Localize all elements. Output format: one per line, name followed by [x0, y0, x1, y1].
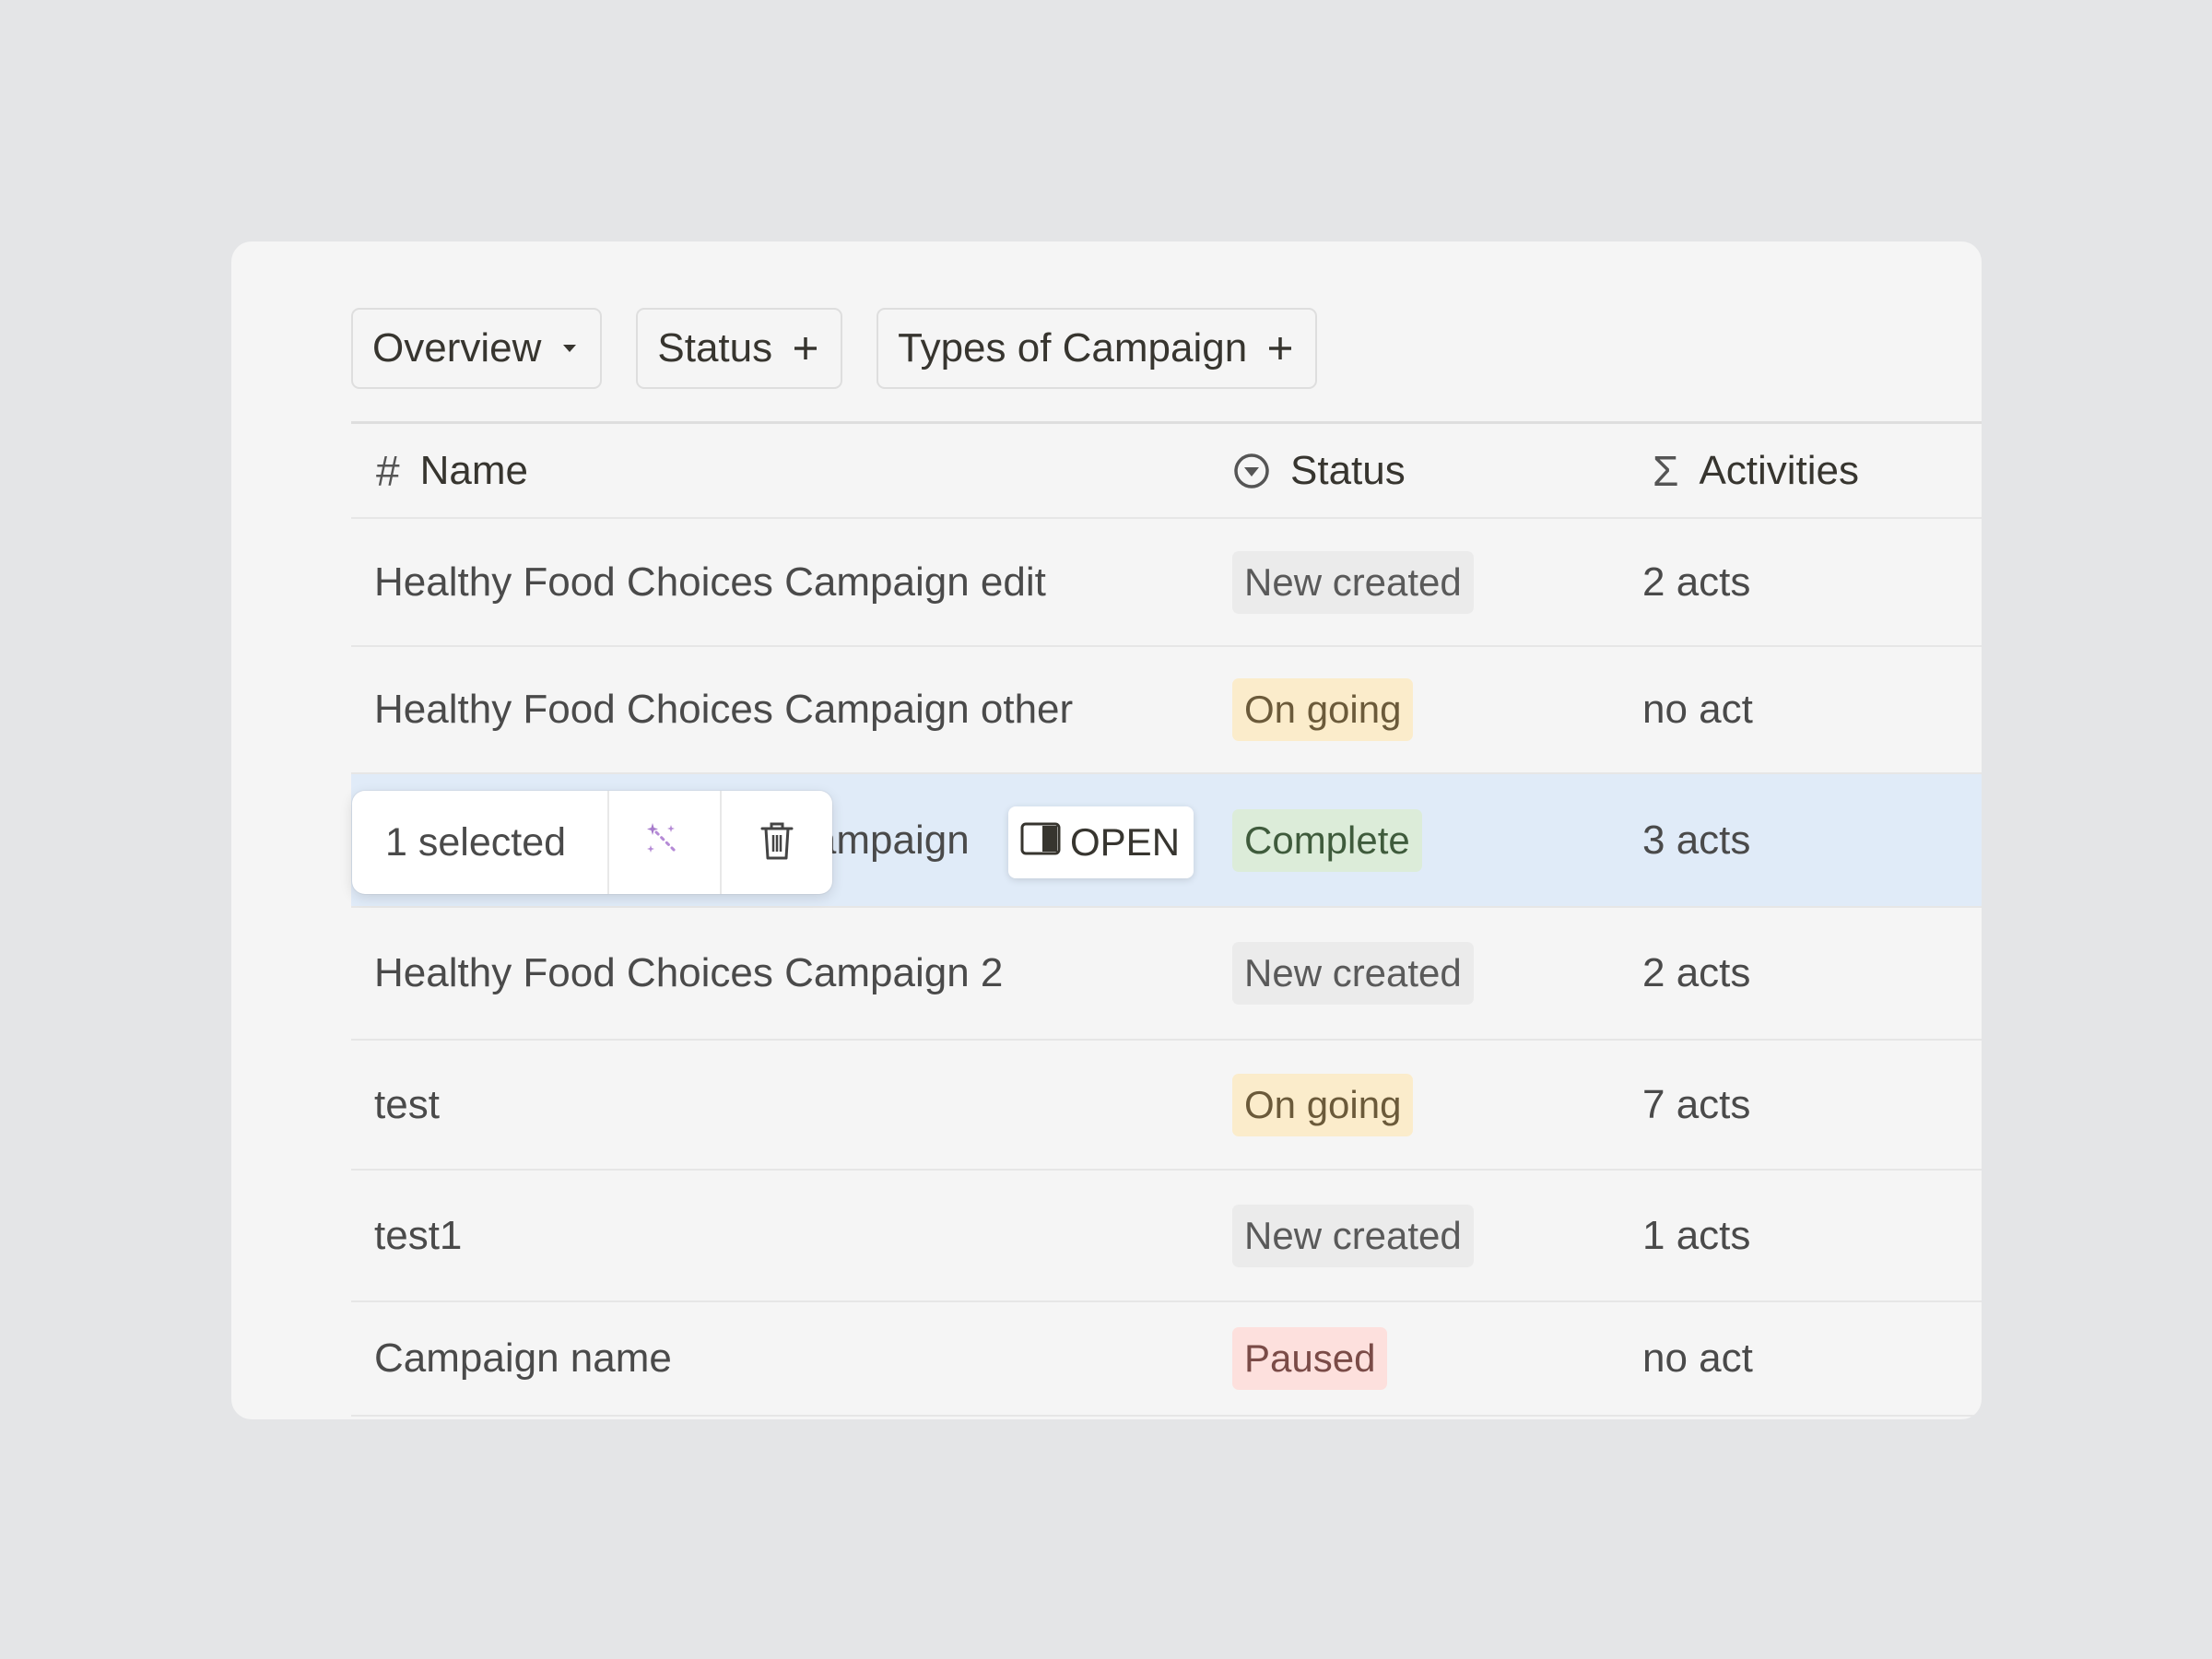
- campaign-name-cell[interactable]: test: [374, 1041, 440, 1169]
- activities-cell[interactable]: 2 acts: [1642, 519, 1750, 645]
- activities-cell[interactable]: no act: [1642, 647, 1753, 772]
- sigma-icon: Σ: [1653, 446, 1679, 495]
- status-cell[interactable]: New created: [1232, 908, 1474, 1039]
- table-row[interactable]: Healthy Food Choices Campaign other On go…: [351, 647, 1982, 774]
- activities-cell[interactable]: 7 acts: [1642, 1041, 1750, 1169]
- status-badge: New created: [1232, 942, 1474, 1005]
- table-row[interactable]: Healthy Food Choices Campaign edit New cr…: [351, 519, 1982, 647]
- status-badge: New created: [1232, 550, 1474, 614]
- campaign-table: # Name Status Σ Activities Healthy Food …: [351, 421, 1982, 1417]
- status-badge: Complete: [1232, 808, 1422, 872]
- side-panel-icon: [1020, 820, 1061, 865]
- campaign-name-cell[interactable]: test1: [374, 1171, 462, 1300]
- status-cell[interactable]: New created: [1232, 1171, 1474, 1300]
- campaign-name-cell[interactable]: Healthy Food Choices Campaign edit: [374, 519, 1046, 645]
- caret-down-icon: [561, 343, 578, 354]
- column-header-name[interactable]: # Name: [376, 424, 528, 517]
- overview-view-dropdown[interactable]: Overview: [351, 308, 603, 389]
- filter-bar: Overview Status Types of Campaign: [351, 308, 1318, 389]
- activities-cell[interactable]: 2 acts: [1642, 908, 1750, 1039]
- status-filter-button[interactable]: Status: [636, 308, 843, 389]
- sparkle-wand-icon: [643, 819, 686, 866]
- column-activities-label: Activities: [1699, 447, 1860, 493]
- campaign-name-cell[interactable]: Campaign name: [374, 1302, 672, 1415]
- hash-icon: #: [376, 446, 400, 495]
- table-row[interactable]: test1 New created 1 acts: [351, 1171, 1982, 1302]
- table-row[interactable]: test On going 7 acts: [351, 1041, 1982, 1171]
- status-cell[interactable]: Complete: [1232, 774, 1422, 906]
- table-row[interactable]: Campaign name Paused no act: [351, 1302, 1982, 1417]
- status-cell[interactable]: On going: [1232, 1041, 1414, 1169]
- delete-button[interactable]: [720, 791, 832, 894]
- open-record-button[interactable]: OPEN: [1008, 806, 1194, 878]
- plus-icon: [1267, 335, 1293, 361]
- status-cell[interactable]: Paused: [1232, 1302, 1388, 1415]
- types-of-campaign-filter-button[interactable]: Types of Campaign: [877, 308, 1318, 389]
- selected-count: 1 selected: [352, 791, 609, 894]
- activities-cell[interactable]: 1 acts: [1642, 1171, 1750, 1300]
- activities-cell[interactable]: no act: [1642, 1302, 1753, 1415]
- column-status-label: Status: [1290, 447, 1406, 493]
- status-badge: Paused: [1232, 1327, 1388, 1390]
- status-cell[interactable]: On going: [1232, 647, 1414, 772]
- selection-action-bar: 1 selected: [352, 791, 832, 894]
- types-filter-label: Types of Campaign: [898, 325, 1248, 371]
- table-body: Healthy Food Choices Campaign edit New cr…: [351, 519, 1982, 1417]
- column-header-status[interactable]: Status: [1233, 424, 1406, 517]
- column-header-activities[interactable]: Σ Activities: [1653, 424, 1859, 517]
- ai-magic-button[interactable]: [609, 791, 720, 894]
- status-filter-label: Status: [657, 325, 773, 371]
- campaign-name-cell[interactable]: Healthy Food Choices Campaign 2: [374, 908, 1003, 1039]
- trash-icon: [759, 819, 795, 866]
- table-row[interactable]: Healthy Food Choices Campaign 2 New creat…: [351, 908, 1982, 1041]
- activities-cell[interactable]: 3 acts: [1642, 774, 1750, 906]
- status-badge: On going: [1232, 1073, 1414, 1136]
- plus-icon: [793, 335, 818, 361]
- status-badge: On going: [1232, 678, 1414, 741]
- status-select-icon: [1233, 453, 1270, 489]
- status-cell[interactable]: New created: [1232, 519, 1474, 645]
- table-header: # Name Status Σ Activities: [351, 421, 1982, 519]
- overview-label: Overview: [372, 325, 542, 371]
- column-name-label: Name: [419, 447, 528, 493]
- status-badge: New created: [1232, 1204, 1474, 1267]
- open-label: OPEN: [1070, 820, 1181, 864]
- campaign-name-cell[interactable]: Healthy Food Choices Campaign other: [374, 647, 1073, 772]
